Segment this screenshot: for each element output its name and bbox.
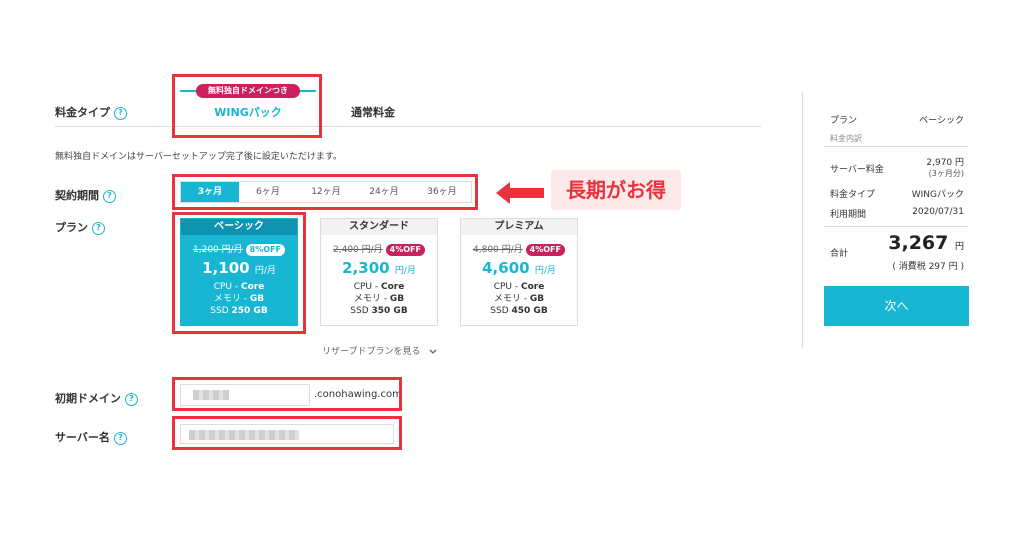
long-term-callout: 長期がお得 <box>551 170 681 210</box>
summary-plan-value: ベーシック <box>919 116 964 126</box>
initial-domain-label: 初期ドメイン? <box>55 390 138 406</box>
tax-note: ( 消費税 297 円 ) <box>892 262 964 272</box>
spec-memory: GB <box>389 294 405 304</box>
summary-period-label: 利用期間 <box>830 210 867 220</box>
domain-note: 無料独自ドメインはサーバーセットアップ完了後に設定いただけます。 <box>55 152 343 162</box>
discount-badge: 4%OFF <box>385 244 425 256</box>
spec-cpu: Core <box>380 282 405 292</box>
summary-period-value: 2020/07/31 <box>912 207 964 217</box>
plan-type-label: 料金タイプ? <box>55 104 127 120</box>
chevron-down-icon <box>429 349 437 354</box>
server-name-label: サーバー名? <box>55 429 127 445</box>
highlight-box-tab <box>172 74 322 138</box>
total-unit: 円 <box>954 242 964 252</box>
help-icon[interactable]: ? <box>92 221 105 235</box>
server-fee-value: 2,970 円 <box>926 158 964 168</box>
reserved-plan-text: リザーブドプランを見る <box>322 347 421 357</box>
help-icon[interactable]: ? <box>114 106 127 120</box>
plan-card-premium[interactable]: プレミアム 4,800 円/月 4%OFF 4,600 円/月 CPU - Cor… <box>460 218 578 326</box>
summary-divider <box>824 226 968 227</box>
tab-normal-price[interactable]: 通常料金 <box>318 104 428 120</box>
total-amount: 3,267 円 <box>880 232 964 254</box>
discount-badge: 4%OFF <box>525 244 565 256</box>
spec-label: メモリ - <box>493 294 530 304</box>
help-icon[interactable]: ? <box>113 431 127 445</box>
spec-cpu: Core <box>520 282 545 292</box>
plan-price-unit: 円/月 <box>394 266 416 276</box>
panel-divider <box>802 92 803 348</box>
total-label: 合計 <box>830 249 849 259</box>
highlight-box-domain <box>172 377 402 411</box>
spec-label: SSD <box>350 306 372 316</box>
highlight-box-plan <box>172 212 306 334</box>
plan-price: 2,300 <box>342 259 390 277</box>
plan-name: スタンダード <box>321 219 437 235</box>
server-fee-note: (3ヶ月分) <box>928 169 964 178</box>
plan-price: 4,600 <box>482 259 530 277</box>
spec-ssd: 450 GB <box>511 306 548 316</box>
help-icon[interactable]: ? <box>103 189 116 203</box>
next-button[interactable]: 次へ <box>824 286 969 326</box>
summary-type-label: 料金タイプ <box>830 190 876 200</box>
tab-underline <box>55 126 761 127</box>
server-fee-label: サーバー料金 <box>830 165 884 175</box>
reserved-plan-link[interactable]: リザーブドプランを見る <box>322 344 437 357</box>
plan-text: プラン <box>55 221 88 234</box>
summary-plan-label: プラン <box>830 116 858 126</box>
highlight-box-period <box>172 174 478 210</box>
summary-type-value: WINGパック <box>911 190 964 200</box>
spec-label: メモリ - <box>353 294 390 304</box>
plan-old-price: 2,400 円/月 <box>333 245 383 255</box>
spec-memory: GB <box>529 294 545 304</box>
spec-label: SSD <box>490 306 512 316</box>
plan-type-text: 料金タイプ <box>55 106 110 119</box>
server-name-text: サーバー名 <box>55 431 110 444</box>
plan-label: プラン? <box>55 219 105 235</box>
plan-price-unit: 円/月 <box>534 266 556 276</box>
help-icon[interactable]: ? <box>125 392 138 406</box>
spec-label: CPU - <box>493 282 521 292</box>
total-value: 3,267 <box>888 232 949 254</box>
summary-breakdown-label: 料金内訳 <box>830 134 862 143</box>
period-text: 契約期間 <box>55 189 99 202</box>
summary-divider <box>824 146 968 147</box>
plan-name: プレミアム <box>461 219 577 235</box>
spec-ssd: 350 GB <box>371 306 408 316</box>
highlight-box-server <box>172 416 402 450</box>
initial-domain-text: 初期ドメイン <box>55 392 121 405</box>
plan-card-standard[interactable]: スタンダード 2,400 円/月 4%OFF 2,300 円/月 CPU - Co… <box>320 218 438 326</box>
spec-label: CPU - <box>353 282 381 292</box>
arrow-left-icon <box>496 182 544 204</box>
period-label: 契約期間? <box>55 187 116 203</box>
plan-old-price: 4,800 円/月 <box>473 245 523 255</box>
